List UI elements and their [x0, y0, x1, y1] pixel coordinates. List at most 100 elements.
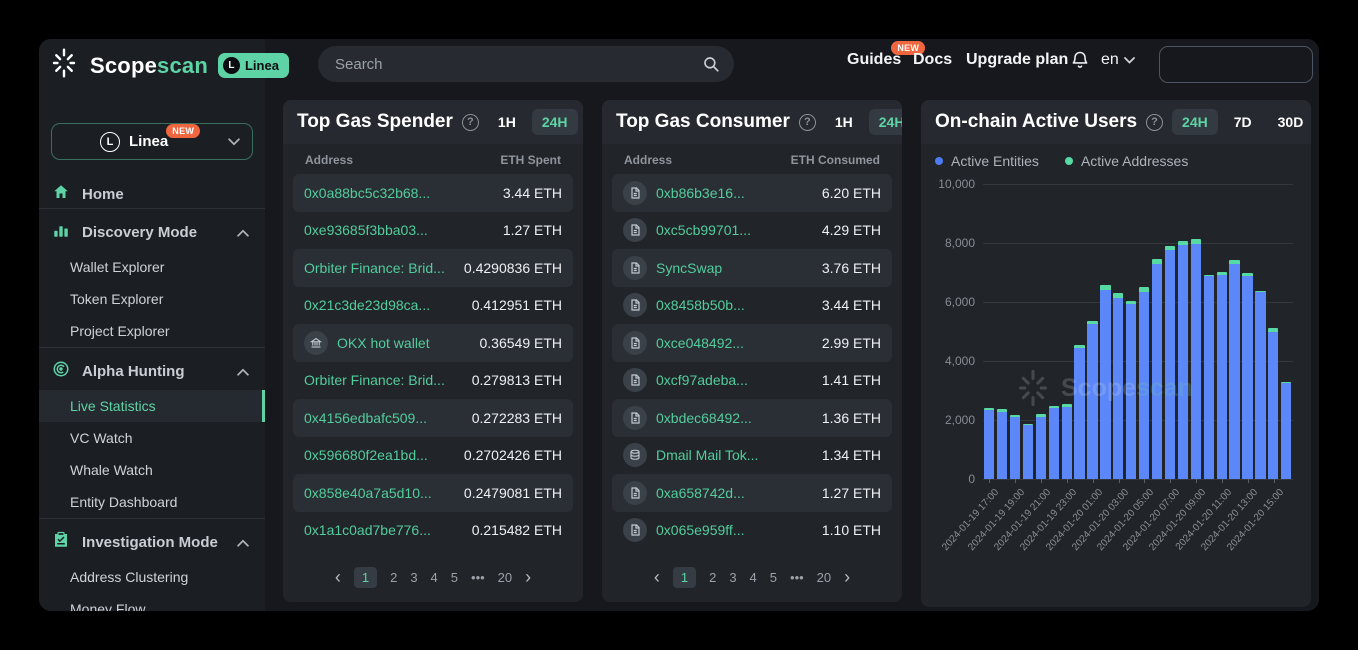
address-link[interactable]: Orbiter Finance: Brid...: [304, 260, 464, 276]
page-4[interactable]: 4: [750, 570, 757, 585]
nav-docs[interactable]: Docs: [913, 51, 952, 69]
table-row[interactable]: 0xbdec68492...1.36 ETH: [612, 399, 892, 437]
sidebar-section-alpha-hunting[interactable]: Alpha Hunting: [39, 352, 265, 390]
prev-page-button[interactable]: ‹: [335, 571, 341, 584]
table-row[interactable]: Orbiter Finance: Brid...0.279813 ETH: [293, 362, 573, 400]
address-link[interactable]: Orbiter Finance: Brid...: [304, 372, 472, 388]
table-row[interactable]: 0x21c3de23d98ca...0.412951 ETH: [293, 287, 573, 325]
address-link[interactable]: 0x21c3de23d98ca...: [304, 297, 472, 313]
nav-guides[interactable]: Guides NEW: [847, 51, 901, 69]
address-link[interactable]: 0x1a1c0ad7be776...: [304, 522, 472, 538]
address-link[interactable]: 0x4156edbafc509...: [304, 410, 472, 426]
sidebar-item-home[interactable]: Home: [39, 180, 265, 208]
page-4[interactable]: 4: [431, 570, 438, 585]
address-link[interactable]: OKX hot wallet: [337, 335, 480, 351]
tab-1h[interactable]: 1H: [488, 109, 526, 135]
page-1[interactable]: 1: [673, 567, 696, 588]
address-link[interactable]: 0x065e959ff...: [656, 522, 822, 538]
page-2[interactable]: 2: [390, 570, 397, 585]
address-link[interactable]: 0xe93685f3bba03...: [304, 222, 503, 238]
address-link[interactable]: 0x596680f2ea1bd...: [304, 447, 464, 463]
sidebar-item-address-clustering[interactable]: Address Clustering: [39, 561, 265, 593]
table-row[interactable]: 0x858e40a7a5d10...0.2479081 ETH: [293, 474, 573, 512]
doc-icon: [623, 406, 647, 430]
y-axis-label: 0: [923, 472, 975, 486]
address-link[interactable]: 0xb86b3e16...: [656, 185, 822, 201]
page-2[interactable]: 2: [709, 570, 716, 585]
table-row[interactable]: 0xcf97adeba...1.41 ETH: [612, 362, 892, 400]
address-link[interactable]: 0xbdec68492...: [656, 410, 822, 426]
page-1[interactable]: 1: [354, 567, 377, 588]
sidebar-item-money-flow[interactable]: Money Flow: [39, 593, 265, 611]
page-20[interactable]: 20: [498, 570, 512, 585]
sidebar-item-entity-dashboard[interactable]: Entity Dashboard: [39, 486, 265, 518]
address-link[interactable]: 0xce048492...: [656, 335, 822, 351]
table-row[interactable]: 0x065e959ff...1.10 ETH: [612, 512, 892, 550]
sidebar-item-project-explorer[interactable]: Project Explorer: [39, 315, 265, 347]
gridline: [983, 243, 1293, 244]
header-outline-button[interactable]: [1159, 46, 1313, 83]
network-selector[interactable]: L Linea NEW: [51, 123, 253, 160]
table-row[interactable]: 0x0a88bc5c32b68...3.44 ETH: [293, 174, 573, 212]
eth-value: 0.272283 ETH: [472, 410, 562, 426]
page-20[interactable]: 20: [817, 570, 831, 585]
table-row[interactable]: 0x596680f2ea1bd...0.2702426 ETH: [293, 437, 573, 475]
table-row[interactable]: 0x4156edbafc509...0.272283 ETH: [293, 399, 573, 437]
address-link[interactable]: 0xcf97adeba...: [656, 372, 822, 388]
tab-1h[interactable]: 1H: [825, 109, 863, 135]
address-link[interactable]: 0x858e40a7a5d10...: [304, 485, 464, 501]
address-link[interactable]: 0xc5cb99701...: [656, 222, 822, 238]
table-row[interactable]: 0xa658742d...1.27 ETH: [612, 474, 892, 512]
more-pages[interactable]: •••: [790, 570, 804, 585]
sidebar-item-live-statistics[interactable]: Live Statistics: [39, 390, 265, 422]
eth-value: 1.27 ETH: [503, 222, 562, 238]
brand-wordmark: Scopescan: [90, 53, 208, 79]
language-selector[interactable]: en: [1101, 51, 1135, 69]
table-row[interactable]: SyncSwap3.76 ETH: [612, 249, 892, 287]
table-row[interactable]: Orbiter Finance: Brid...0.4290836 ETH: [293, 249, 573, 287]
page-3[interactable]: 3: [729, 570, 736, 585]
tab-24h[interactable]: 24H: [532, 109, 578, 135]
help-icon[interactable]: ?: [799, 114, 816, 131]
table-row[interactable]: Dmail Mail Tok...1.34 ETH: [612, 437, 892, 475]
tab-24h[interactable]: 24H: [869, 109, 902, 135]
table-row[interactable]: OKX hot wallet0.36549 ETH: [293, 324, 573, 362]
address-link[interactable]: 0xa658742d...: [656, 485, 822, 501]
next-page-button[interactable]: ›: [844, 571, 850, 584]
eth-value: 1.10 ETH: [822, 522, 881, 538]
address-link[interactable]: 0x8458b50b...: [656, 297, 822, 313]
help-icon[interactable]: ?: [462, 114, 479, 131]
next-page-button[interactable]: ›: [525, 571, 531, 584]
sidebar-item-wallet-explorer[interactable]: Wallet Explorer: [39, 251, 265, 283]
sidebar-item-token-explorer[interactable]: Token Explorer: [39, 283, 265, 315]
page-5[interactable]: 5: [451, 570, 458, 585]
page-3[interactable]: 3: [410, 570, 417, 585]
address-link[interactable]: 0x0a88bc5c32b68...: [304, 185, 503, 201]
more-pages[interactable]: •••: [471, 570, 485, 585]
network-badge[interactable]: L Linea: [218, 53, 289, 78]
sidebar: L Linea NEW Home Discovery ModeWallet Ex…: [39, 39, 265, 611]
doc-icon: [623, 181, 647, 205]
page-5[interactable]: 5: [770, 570, 777, 585]
sidebar-section-discovery-mode[interactable]: Discovery Mode: [39, 213, 265, 251]
table-row[interactable]: 0xe93685f3bba03...1.27 ETH: [293, 212, 573, 250]
table-row[interactable]: 0xb86b3e16...6.20 ETH: [612, 174, 892, 212]
table-row[interactable]: 0x1a1c0ad7be776...0.215482 ETH: [293, 512, 573, 550]
active-users-chart: 02,0004,0006,0008,00010,0002024-01-19 17…: [921, 100, 1311, 607]
eth-value: 0.215482 ETH: [472, 522, 562, 538]
search-input[interactable]: [318, 56, 702, 73]
sidebar-item-whale-watch[interactable]: Whale Watch: [39, 454, 265, 486]
search-icon[interactable]: [702, 55, 720, 73]
table-row[interactable]: 0xce048492...2.99 ETH: [612, 324, 892, 362]
address-link[interactable]: Dmail Mail Tok...: [656, 447, 822, 463]
brand[interactable]: Scopescan L Linea: [48, 47, 289, 84]
nav-upgrade-plan[interactable]: Upgrade plan: [966, 51, 1068, 69]
sidebar-item-vc-watch[interactable]: VC Watch: [39, 422, 265, 454]
notification-bell-icon[interactable]: [1070, 50, 1090, 75]
prev-page-button[interactable]: ‹: [654, 571, 660, 584]
table-row[interactable]: 0x8458b50b...3.44 ETH: [612, 287, 892, 325]
table-row[interactable]: 0xc5cb99701...4.29 ETH: [612, 212, 892, 250]
address-link[interactable]: SyncSwap: [656, 260, 822, 276]
sidebar-section-investigation-mode[interactable]: Investigation Mode: [39, 523, 265, 561]
search-bar[interactable]: [318, 46, 734, 82]
